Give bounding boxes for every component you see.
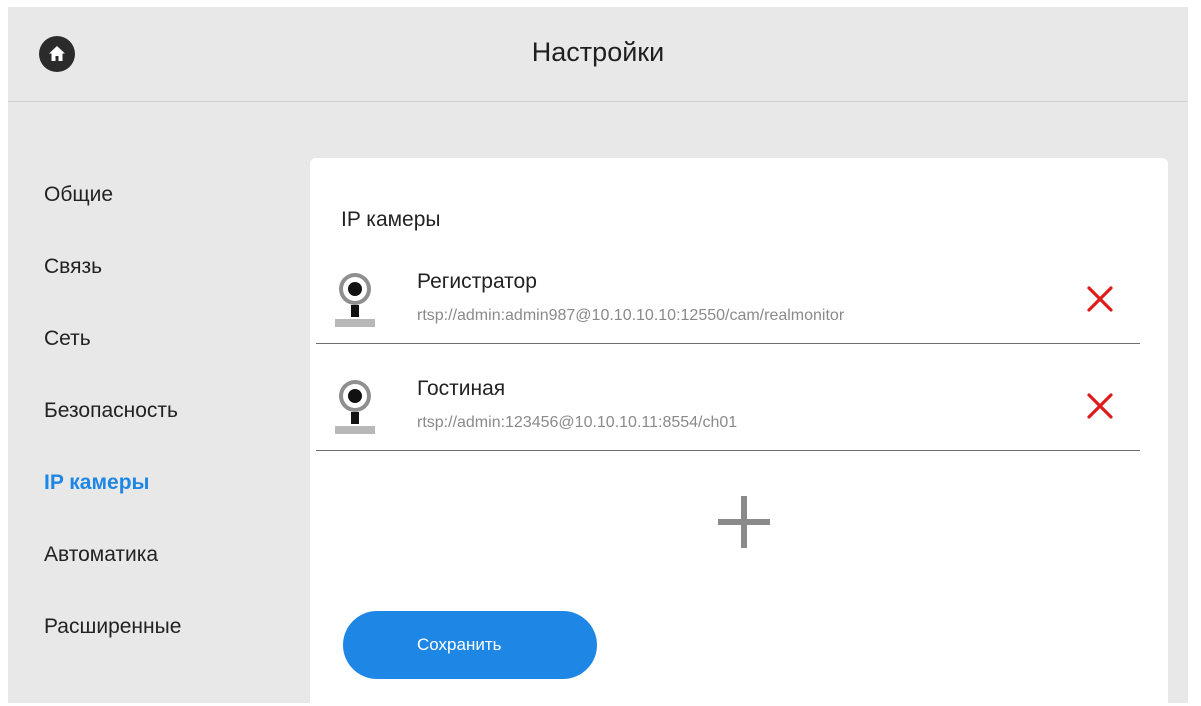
camera-url: rtsp://admin:admin987@10.10.10.10:12550/… [417, 307, 845, 324]
sidebar-item-general[interactable]: Общие [44, 183, 113, 207]
camera-row[interactable]: Регистратор rtsp://admin:admin987@10.10.… [316, 257, 1140, 344]
section-title: IP камеры [341, 208, 441, 231]
sidebar-item-automation[interactable]: Автоматика [44, 543, 158, 567]
sidebar-item-security[interactable]: Безопасность [44, 399, 178, 423]
sidebar-item-network[interactable]: Сеть [44, 327, 91, 351]
camera-row[interactable]: Гостиная rtsp://admin:123456@10.10.10.11… [316, 364, 1140, 451]
sidebar-item-advanced[interactable]: Расширенные [44, 615, 181, 639]
sidebar-item-ip-cameras[interactable]: IP камеры [44, 471, 149, 495]
ip-cameras-panel: IP камеры Регистратор rtsp://admin:admin… [310, 158, 1168, 703]
camera-name: Гостиная [417, 377, 506, 400]
save-button[interactable]: Сохранить [343, 611, 597, 679]
close-icon[interactable] [1086, 285, 1114, 313]
close-icon[interactable] [1086, 392, 1114, 420]
webcam-icon [335, 273, 375, 327]
plus-icon[interactable] [714, 492, 774, 552]
camera-url: rtsp://admin:123456@10.10.10.11:8554/ch0… [417, 414, 738, 431]
header-bar: Настройки [8, 7, 1188, 102]
webcam-icon [335, 380, 375, 434]
settings-screen: Настройки Общие Связь Сеть Безопасность … [8, 7, 1188, 703]
sidebar-item-communication[interactable]: Связь [44, 255, 102, 279]
page-title: Настройки [531, 37, 665, 67]
camera-name: Регистратор [417, 270, 537, 293]
